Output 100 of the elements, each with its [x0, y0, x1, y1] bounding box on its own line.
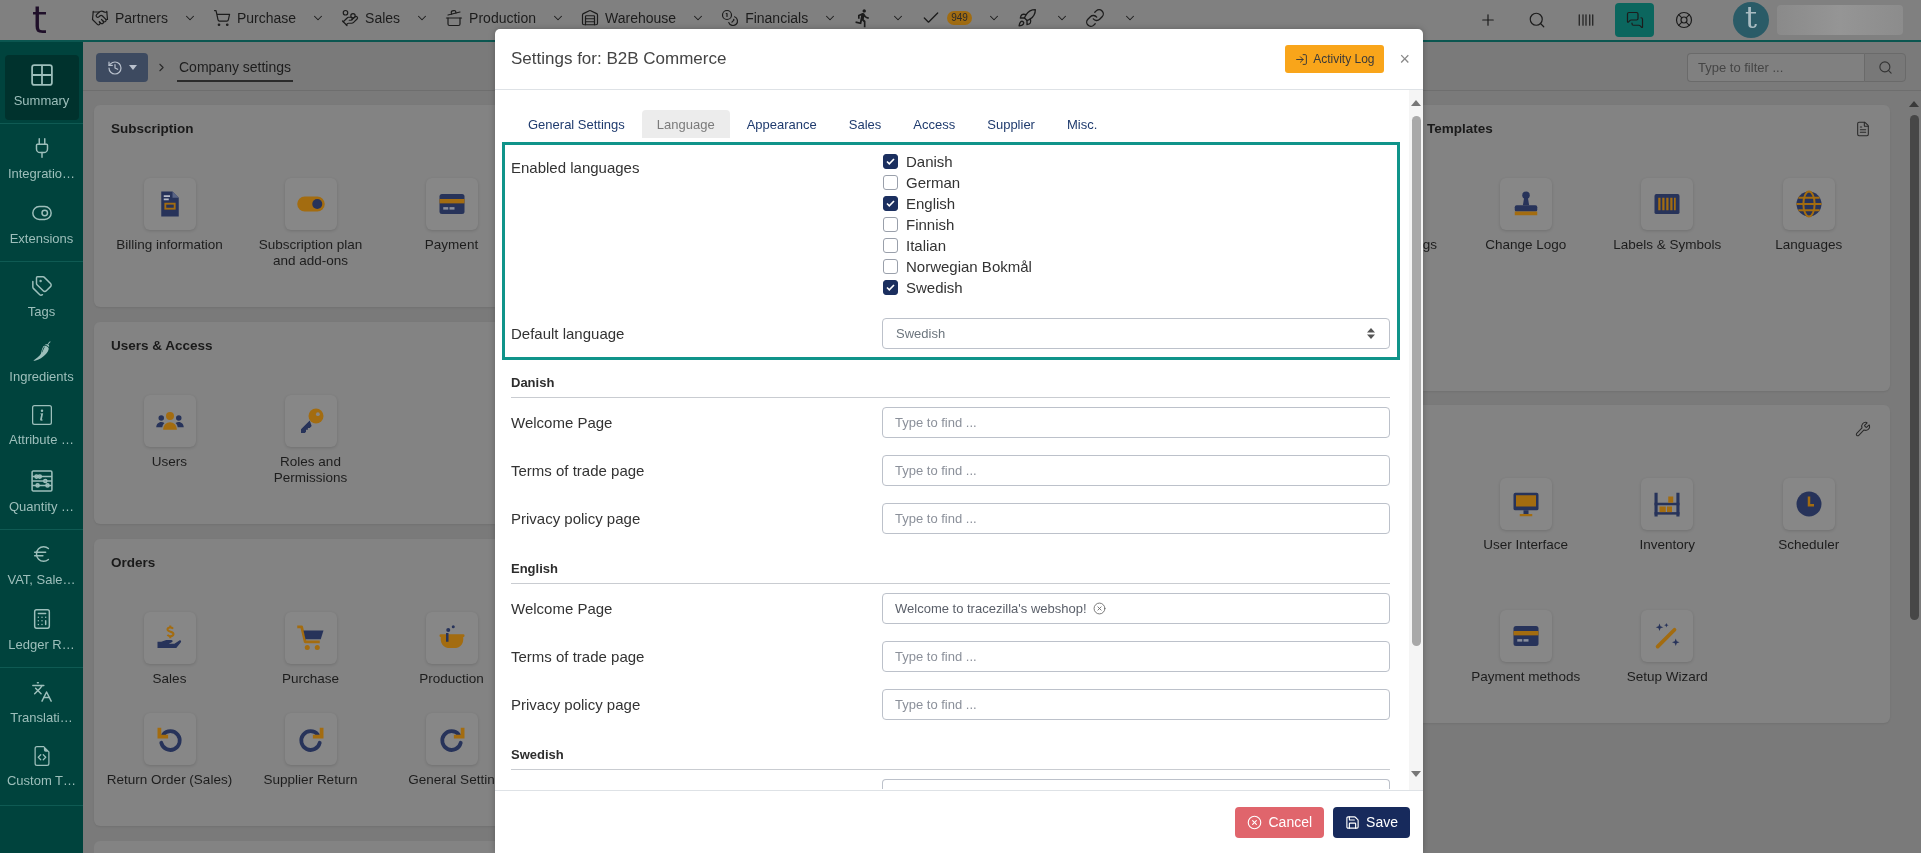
credit-card-icon[interactable] [425, 178, 478, 230]
nav-icon-menu[interactable] [1016, 8, 1069, 28]
language-select[interactable]: Swedish [882, 318, 1390, 349]
settings-link[interactable]: Supplier Return [263, 772, 358, 788]
tab[interactable]: Language [641, 110, 730, 138]
shelf-icon[interactable] [1641, 478, 1694, 530]
input-field[interactable]: Type to find ... [882, 407, 1390, 438]
settings-link[interactable]: Setup Wizard [1626, 669, 1708, 685]
settings-link[interactable]: Sales [152, 671, 187, 687]
credit-card-icon[interactable] [1499, 610, 1552, 662]
nav-icon-menu[interactable]: 949 [921, 8, 1001, 28]
settings-link[interactable]: Return Order (Sales) [106, 772, 233, 788]
settings-link[interactable]: Change Logo [1485, 237, 1567, 253]
globe-icon[interactable] [1782, 178, 1835, 230]
tab[interactable]: Sales [833, 110, 897, 138]
nav-menu[interactable]: Warehouse [581, 8, 706, 28]
sidebar-item[interactable]: Extensions [4, 193, 79, 258]
sidebar-item[interactable]: Translati… [4, 672, 79, 737]
checkbox-label[interactable]: Swedish [906, 278, 963, 297]
settings-link[interactable]: Languages [1775, 237, 1843, 253]
toggle-icon[interactable] [284, 178, 337, 230]
nav-menu[interactable]: Sales [341, 8, 430, 28]
logo[interactable]: t [32, 1, 47, 39]
close-button[interactable]: × [1399, 50, 1410, 68]
settings-link[interactable]: Billing information [116, 237, 223, 253]
input-field[interactable]: Type to find ... [882, 641, 1390, 672]
avatar[interactable]: t [1733, 2, 1769, 38]
scrollbar-thumb[interactable] [1411, 116, 1421, 646]
sidebar-item[interactable]: Summary [4, 55, 79, 120]
tab[interactable]: Misc. [1051, 110, 1113, 138]
sidebar-item[interactable]: VAT, Sale… [4, 534, 79, 599]
input-field[interactable]: Welcome to tracezilla's webshop! [882, 593, 1390, 624]
save-button[interactable]: Save [1333, 806, 1410, 838]
nav-menu[interactable]: Production [445, 8, 566, 28]
input-field[interactable]: Type to find ... [882, 689, 1390, 720]
tab[interactable]: Appearance [731, 110, 832, 138]
breadcrumb-link[interactable]: Company settings [177, 53, 294, 82]
settings-link[interactable]: Payment methods [1471, 669, 1581, 685]
checkbox-label[interactable]: German [906, 173, 961, 192]
checkbox[interactable] [883, 154, 898, 169]
scrollbar-thumb[interactable] [1909, 115, 1919, 620]
checkbox-label[interactable]: English [906, 194, 956, 213]
activity-log-button[interactable]: Activity Log [1285, 45, 1385, 73]
settings-link[interactable]: Labels & Symbols [1613, 237, 1722, 253]
tab[interactable]: General Settings [513, 110, 640, 138]
settings-link[interactable]: Production [419, 671, 484, 687]
settings-link[interactable]: Scheduler [1778, 537, 1840, 553]
search-button[interactable] [1864, 53, 1906, 82]
sidebar-item[interactable]: Quantity … [4, 461, 79, 526]
checkbox[interactable] [883, 280, 898, 295]
barcode-icon[interactable] [1641, 178, 1694, 230]
chat-button[interactable] [1615, 3, 1654, 37]
monitor-icon[interactable] [1499, 478, 1552, 530]
checkbox[interactable] [883, 238, 898, 253]
settings-link[interactable]: Users [151, 454, 188, 470]
tab[interactable]: Supplier [972, 110, 1050, 138]
updown-caret-icon [1367, 328, 1375, 339]
cancel-button[interactable]: Cancel [1235, 806, 1325, 838]
settings-link[interactable]: General Settin [408, 772, 495, 788]
nav-menu[interactable]: Financials [721, 8, 838, 28]
input-field[interactable] [882, 779, 1390, 789]
settings-link[interactable]: Payment [424, 237, 479, 253]
cart-icon[interactable] [284, 612, 337, 664]
settings-link[interactable]: Inventory [1639, 537, 1695, 553]
checkbox-label[interactable]: Danish [906, 152, 953, 171]
nav-icon-menu[interactable] [1084, 8, 1137, 28]
sidebar-item[interactable]: Ledger R… [4, 599, 79, 664]
checkbox[interactable] [883, 259, 898, 274]
nav-menu[interactable]: Partners [91, 8, 197, 28]
filter-field[interactable]: Type to filter ... [1687, 53, 1864, 82]
handshake-icon [91, 9, 109, 27]
users-icon[interactable] [143, 395, 196, 447]
settings-link[interactable]: Purchase [281, 671, 339, 687]
settings-link[interactable]: Roles and Permissions [245, 454, 376, 486]
key-icon[interactable] [284, 395, 337, 447]
clock-icon[interactable] [1782, 478, 1835, 530]
sidebar-item[interactable]: Attribute … [4, 396, 79, 461]
checkbox[interactable] [883, 217, 898, 232]
history-button[interactable] [96, 53, 148, 82]
settings-link[interactable]: gs [1423, 237, 1437, 253]
input-field[interactable]: Type to find ... [882, 455, 1390, 486]
checkbox-label[interactable]: Norwegian Bokmål [906, 257, 1032, 276]
settings-link[interactable]: User Interface [1483, 537, 1569, 553]
sidebar-item[interactable]: Integratio… [4, 128, 79, 193]
abacus-icon [30, 470, 53, 492]
checkbox[interactable] [883, 196, 898, 211]
invoice-icon[interactable] [143, 178, 196, 230]
sidebar-item[interactable]: Tags [4, 266, 79, 331]
hand-dollar-icon[interactable] [143, 612, 196, 664]
input-field[interactable]: Type to find ... [882, 503, 1390, 534]
sidebar-item[interactable]: Custom T… [4, 737, 79, 802]
nav-menu[interactable]: Purchase [212, 8, 326, 28]
checkbox-label[interactable]: Finnish [906, 215, 955, 234]
checkbox-label[interactable]: Italian [906, 236, 947, 255]
stamp-icon[interactable] [1499, 178, 1552, 230]
sidebar-item[interactable]: Ingredients [4, 331, 79, 396]
tab[interactable]: Access [898, 110, 971, 138]
scrollbar[interactable] [1409, 90, 1423, 790]
settings-link[interactable]: Subscription plan and add-ons [245, 237, 376, 269]
checkbox[interactable] [883, 175, 898, 190]
